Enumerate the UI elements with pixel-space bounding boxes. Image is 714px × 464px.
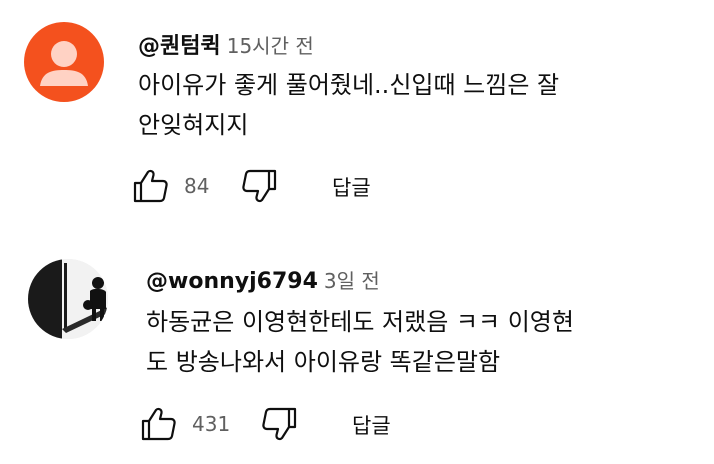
reply-button[interactable]: 답글	[352, 410, 391, 440]
author-line: @퀀텀퀵 15시간 전	[138, 28, 314, 60]
comment-actions: 84 답글	[130, 166, 430, 206]
like-count: 431	[192, 412, 231, 436]
like-button[interactable]	[130, 166, 170, 206]
comment-text-line: 도 방송나와서 아이유랑 똑같은말함	[146, 348, 501, 376]
silhouette-photo	[28, 259, 108, 339]
like-count: 84	[184, 174, 210, 198]
avatar[interactable]	[24, 22, 104, 102]
thumbs-up-icon	[141, 407, 176, 441]
thumbs-up-icon	[133, 169, 168, 203]
comment-text: 아이유가 좋게 풀어줬네..신입때 느낌은 잘 안잊혀지지	[138, 65, 698, 145]
thumbs-down-icon	[262, 407, 297, 441]
timestamp[interactable]: 3일 전	[324, 269, 380, 293]
avatar[interactable]	[28, 259, 108, 339]
comment-item: @퀀텀퀵 15시간 전 아이유가 좋게 풀어줬네..신입때 느낌은 잘 안잊혀지지…	[0, 0, 714, 232]
comment-text-line: 아이유가 좋게 풀어줬네..신입때 느낌은 잘	[138, 71, 560, 99]
author-line: @wonnyj6794 3일 전	[146, 265, 380, 294]
comment-text: 하동균은 이영현한테도 저랬음 ㅋㅋ 이영현 도 방송나와서 아이유랑 똑같은말…	[146, 302, 706, 382]
comment-actions: 431 답글	[138, 404, 438, 444]
default-person-icon	[40, 41, 88, 86]
like-button[interactable]	[138, 404, 178, 444]
author-name[interactable]: @퀀텀퀵	[138, 34, 221, 59]
comment-text-line: 안잊혀지지	[138, 111, 249, 139]
reply-button[interactable]: 답글	[332, 172, 371, 202]
author-name[interactable]: @wonnyj6794	[146, 269, 318, 294]
comment-text-line: 하동균은 이영현한테도 저랬음 ㅋㅋ 이영현	[146, 308, 574, 336]
dislike-button[interactable]	[260, 404, 300, 444]
thumbs-down-icon	[242, 169, 277, 203]
dislike-button[interactable]	[240, 166, 280, 206]
timestamp[interactable]: 15시간 전	[227, 34, 314, 58]
comment-item: @wonnyj6794 3일 전 하동균은 이영현한테도 저랬음 ㅋㅋ 이영현 도…	[0, 232, 714, 464]
